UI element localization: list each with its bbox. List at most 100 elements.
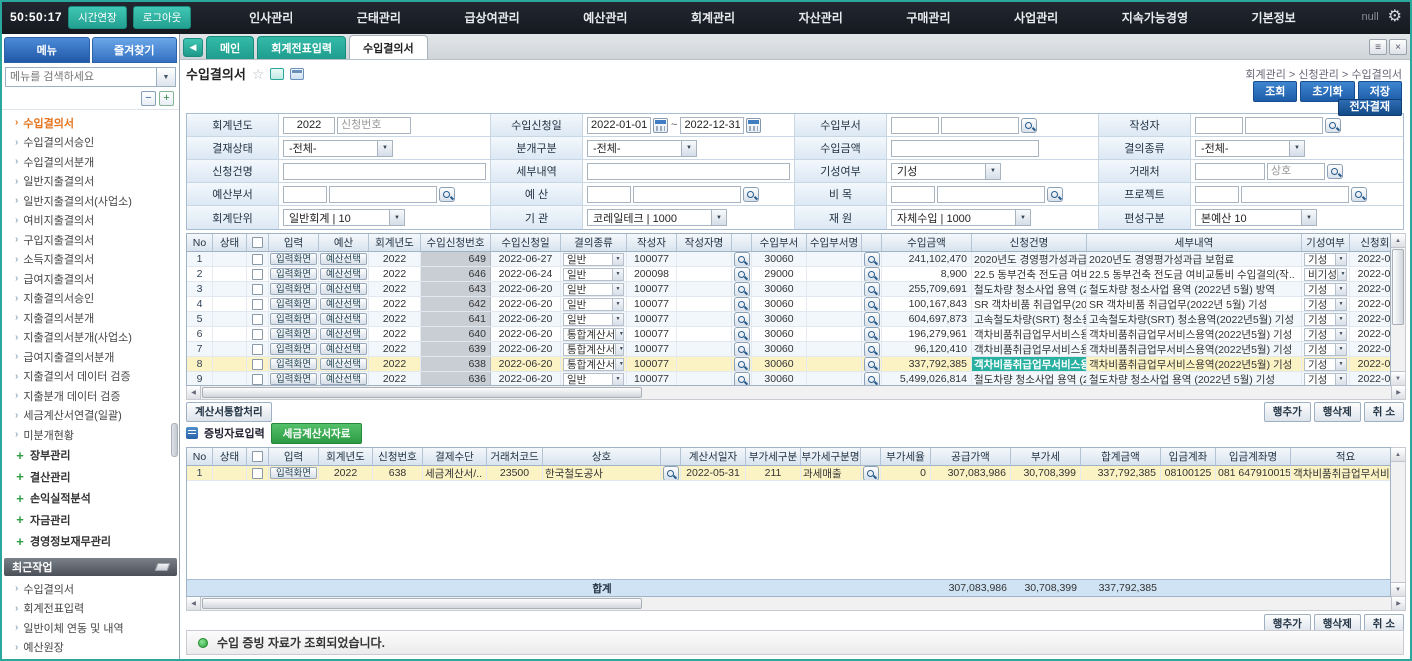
cell-select[interactable]: 기성▼ xyxy=(1304,298,1347,311)
cell-select[interactable]: 기성▼ xyxy=(1304,373,1347,386)
sidebar-item[interactable]: ›일반지출결의서(사업소) xyxy=(7,191,179,211)
column-header[interactable]: 수입금액 xyxy=(882,234,972,252)
row-checkbox[interactable] xyxy=(252,468,263,479)
sidebar-group-item[interactable]: +장부관리 xyxy=(7,445,179,467)
expense-item-code-input[interactable] xyxy=(891,186,935,203)
column-header[interactable]: 부가세율 xyxy=(881,448,931,466)
open-screen-button[interactable]: 예산선택 xyxy=(320,373,367,385)
column-header[interactable] xyxy=(661,448,681,466)
scroll-thumb[interactable] xyxy=(202,598,642,609)
open-screen-button[interactable]: 예산선택 xyxy=(320,358,367,370)
expense-item-name-input[interactable] xyxy=(937,186,1045,203)
column-header[interactable]: No xyxy=(187,234,213,252)
scroll-left-icon[interactable]: ◀ xyxy=(187,386,201,399)
row-checkbox[interactable] xyxy=(252,344,263,355)
column-header[interactable]: 적요 xyxy=(1291,448,1391,466)
search-icon[interactable] xyxy=(734,297,750,311)
open-screen-button[interactable]: 입력화면 xyxy=(270,283,317,295)
writer-name-input[interactable] xyxy=(1245,117,1323,134)
search-icon[interactable] xyxy=(864,282,880,296)
calendar-icon[interactable] xyxy=(746,118,761,133)
column-header[interactable]: 부가세 xyxy=(1011,448,1081,466)
vendor-code-input[interactable] xyxy=(1195,163,1265,180)
sidebar-tab-favorites[interactable]: 즐겨찾기 xyxy=(92,37,178,63)
cell-select[interactable]: 일반▼ xyxy=(563,373,624,386)
recent-work-item[interactable]: ›일반이체 연동 및 내역 xyxy=(7,618,179,638)
column-header[interactable]: 신청건명 xyxy=(972,234,1087,252)
delete-row-button[interactable]: 행삭제 xyxy=(1314,402,1361,422)
cell-select[interactable]: 통합계산서▼ xyxy=(563,328,624,341)
scroll-up-icon[interactable]: ▲ xyxy=(1391,234,1405,248)
column-header[interactable]: 세부내역 xyxy=(1087,234,1302,252)
fiscal-year-input[interactable] xyxy=(283,117,335,134)
scroll-down-icon[interactable]: ▼ xyxy=(1391,582,1405,596)
expand-all-button[interactable]: + xyxy=(159,91,174,106)
cell-select[interactable]: 일반▼ xyxy=(563,253,624,266)
vertical-scrollbar[interactable]: ▲ ▼ xyxy=(1391,447,1406,597)
resolution-type-select[interactable]: -전체-▼ xyxy=(1195,140,1305,157)
income-amount-input[interactable] xyxy=(891,140,1039,157)
search-icon[interactable] xyxy=(734,342,750,356)
column-header[interactable]: 합계금액 xyxy=(1081,448,1161,466)
search-icon[interactable] xyxy=(734,252,750,266)
open-screen-button[interactable]: 예산선택 xyxy=(320,298,367,310)
project-code-input[interactable] xyxy=(1195,186,1239,203)
column-header[interactable]: 상태 xyxy=(213,234,247,252)
approval-status-select[interactable]: -전체-▼ xyxy=(283,140,393,157)
open-screen-button[interactable]: 예산선택 xyxy=(320,328,367,340)
open-screen-button[interactable]: 입력화면 xyxy=(270,313,317,325)
open-screen-button[interactable]: 입력화면 xyxy=(270,268,317,280)
merge-invoice-button[interactable]: 계산서통합처리 xyxy=(186,402,272,422)
search-icon[interactable] xyxy=(864,342,880,356)
column-header[interactable]: 입력 xyxy=(269,448,319,466)
search-icon[interactable] xyxy=(1327,164,1343,179)
new-window-icon[interactable] xyxy=(290,68,304,80)
search-icon[interactable] xyxy=(1351,187,1367,202)
sidebar-item[interactable]: ›급여지출결의서 xyxy=(7,269,179,289)
cancel-button[interactable]: 취 소 xyxy=(1364,402,1404,422)
column-header[interactable]: 신청회계일 xyxy=(1350,234,1391,252)
column-header[interactable]: 결의종류 xyxy=(561,234,627,252)
search-dropdown-button[interactable]: ▼ xyxy=(157,67,176,87)
select-all-checkbox[interactable] xyxy=(252,237,263,248)
tab-수입결의서[interactable]: 수입결의서 xyxy=(349,35,428,59)
column-header[interactable]: 입력 xyxy=(269,234,319,252)
row-checkbox[interactable] xyxy=(252,284,263,295)
sidebar-item[interactable]: ›세금계산서연결(일괄) xyxy=(7,406,179,426)
open-screen-button[interactable]: 입력화면 xyxy=(270,358,317,370)
column-header[interactable]: 공급가액 xyxy=(931,448,1011,466)
top-menu-item[interactable]: 사업관리 xyxy=(1014,9,1058,26)
cell-select[interactable]: 기성▼ xyxy=(1304,283,1347,296)
open-screen-button[interactable]: 예산선택 xyxy=(320,253,367,265)
top-menu-item[interactable]: 구매관리 xyxy=(906,9,950,26)
gear-icon[interactable]: ⚙ xyxy=(1388,9,1402,25)
sidebar-item[interactable]: ›지출결의서승인 xyxy=(7,289,179,309)
column-header[interactable]: 회계년도 xyxy=(319,448,373,466)
top-menu-item[interactable]: 기본정보 xyxy=(1252,9,1296,26)
row-checkbox[interactable] xyxy=(252,269,263,280)
search-icon[interactable] xyxy=(734,267,750,281)
table-row[interactable]: 7입력화면예산선택20226392022-06-20통합계산서▼10007730… xyxy=(187,342,1390,357)
column-header[interactable]: 수입신청일 xyxy=(491,234,561,252)
search-icon[interactable] xyxy=(864,357,880,371)
sidebar-item[interactable]: ›지출결의서분개(사업소) xyxy=(7,328,179,348)
add-row-button[interactable]: 행추가 xyxy=(1264,402,1311,422)
search-icon[interactable] xyxy=(864,267,880,281)
search-icon[interactable] xyxy=(1325,118,1341,133)
search-icon[interactable] xyxy=(1047,187,1063,202)
cell-select[interactable]: 기성▼ xyxy=(1304,313,1347,326)
horizontal-scrollbar[interactable]: ◀ ▶ xyxy=(186,386,1406,400)
open-screen-button[interactable]: 입력화면 xyxy=(270,328,317,340)
monitor-icon[interactable] xyxy=(270,68,284,80)
account-unit-select[interactable]: 일반회계 | 10▼ xyxy=(283,209,405,226)
top-menu-item[interactable]: 근태관리 xyxy=(357,9,401,26)
column-header[interactable]: 입금계좌명 xyxy=(1216,448,1291,466)
open-screen-button[interactable]: 예산선택 xyxy=(320,313,367,325)
top-menu-item[interactable]: 예산관리 xyxy=(583,9,627,26)
search-icon[interactable] xyxy=(743,187,759,202)
column-header[interactable]: 상태 xyxy=(213,448,247,466)
recent-work-item[interactable]: ›수입결의서 xyxy=(7,579,179,599)
sidebar-item[interactable]: ›미분개현황 xyxy=(7,425,179,445)
column-header[interactable]: 작성자 xyxy=(627,234,677,252)
table-row[interactable]: 4입력화면예산선택20226422022-06-20일반▼10007730060… xyxy=(187,297,1390,312)
